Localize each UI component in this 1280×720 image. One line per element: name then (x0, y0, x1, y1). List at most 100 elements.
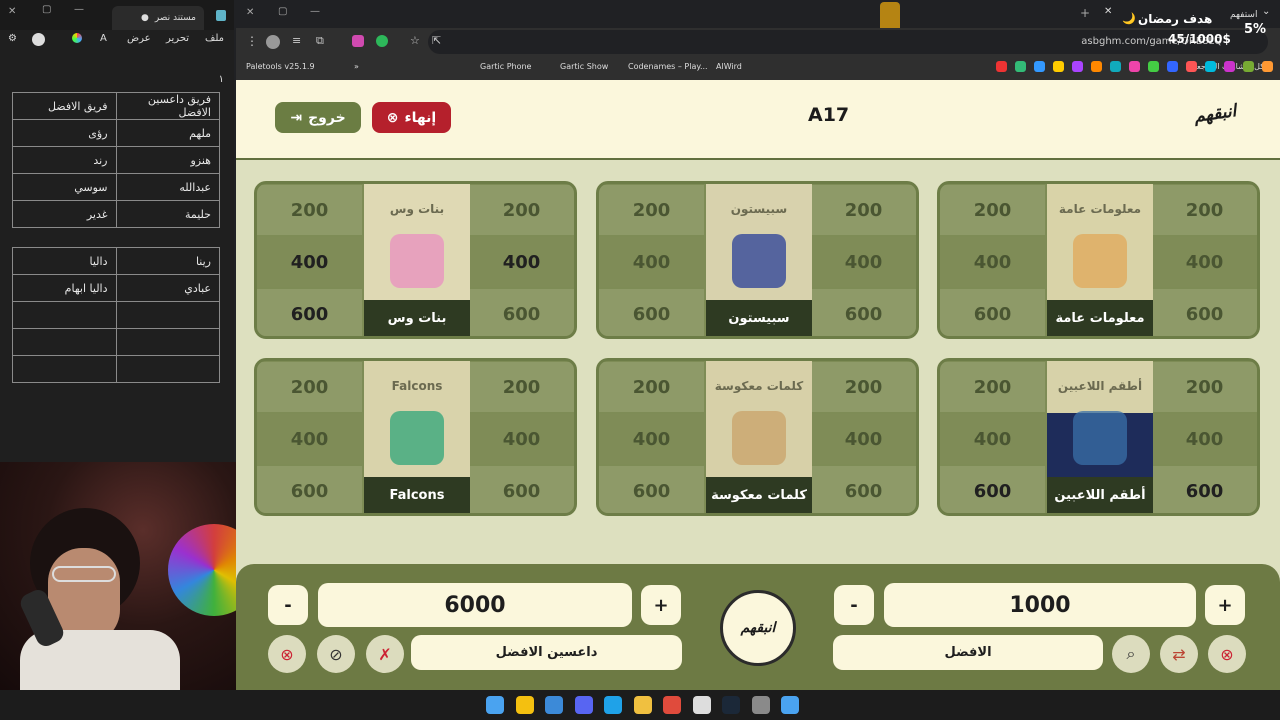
question-value-button[interactable]: 600 (469, 466, 574, 513)
table-cell[interactable] (115, 328, 220, 356)
edge-icon[interactable] (604, 696, 622, 714)
extensions-sliders-icon[interactable]: ≡ (292, 34, 301, 47)
table-cell[interactable] (12, 355, 117, 383)
table-cell[interactable]: داليا ابهام (12, 274, 117, 302)
question-value-button[interactable]: 600 (1152, 289, 1257, 336)
table-cell[interactable]: رند (12, 146, 117, 174)
right-swap-icon[interactable]: ⇄ (1160, 635, 1198, 673)
table-cell[interactable] (115, 301, 220, 329)
right-plus-button[interactable]: + (1205, 585, 1245, 625)
left-minus-button[interactable]: - (268, 585, 308, 625)
question-value-button[interactable]: 600 (257, 289, 362, 336)
font-size-icon[interactable]: A (100, 33, 107, 44)
menu-edit[interactable]: تحرير (166, 33, 189, 44)
question-value-button[interactable]: 400 (940, 237, 1045, 287)
table-cell[interactable]: غدير (12, 200, 117, 228)
extension-shield-icon[interactable] (376, 35, 388, 47)
question-value-button[interactable]: 200 (469, 362, 574, 412)
question-value-button[interactable]: 600 (469, 289, 574, 336)
minimize-window-icon[interactable]: — (74, 4, 84, 15)
table-cell[interactable]: رينا (115, 247, 220, 275)
profile-icon[interactable] (32, 33, 45, 46)
menu-dots-icon[interactable]: ⋮ (246, 34, 258, 48)
question-value-button[interactable]: 400 (257, 237, 362, 287)
table-cell[interactable]: فريق الافضل (12, 92, 117, 120)
bookmark-favicon-icon[interactable] (1224, 61, 1235, 72)
close-window-icon[interactable]: ✕ (246, 7, 254, 18)
table-cell[interactable]: سوسي (12, 173, 117, 201)
question-value-button[interactable]: 400 (599, 414, 704, 464)
discord-icon[interactable] (574, 696, 593, 714)
question-value-button[interactable]: 200 (599, 185, 704, 235)
left-no-answer-icon[interactable]: ⊗ (268, 635, 306, 673)
question-value-button[interactable]: 200 (599, 362, 704, 412)
restore-window-icon[interactable]: ▢ (278, 6, 287, 17)
rockstar-icon[interactable] (515, 696, 534, 714)
extension-puzzle-icon[interactable]: ⧉ (316, 34, 324, 48)
close-window-icon[interactable]: ✕ (8, 6, 16, 17)
bookmark-favicon-icon[interactable] (1034, 61, 1045, 72)
question-value-button[interactable]: 400 (811, 414, 916, 464)
question-value-button[interactable]: 600 (940, 289, 1045, 336)
question-value-button[interactable]: 600 (811, 289, 916, 336)
table-cell[interactable]: هنزو (115, 146, 220, 174)
end-game-button[interactable]: إنهاء ⊗ (372, 102, 451, 133)
edge-dev-icon[interactable] (545, 696, 563, 714)
table-cell[interactable]: عبدالله (115, 173, 220, 201)
question-value-button[interactable]: 600 (599, 466, 704, 513)
right-no-answer-icon[interactable]: ⊗ (1208, 635, 1246, 673)
question-value-button[interactable]: 400 (599, 237, 704, 287)
question-value-button[interactable]: 200 (469, 185, 574, 235)
question-value-button[interactable]: 600 (599, 289, 704, 336)
left-crossed-out-icon[interactable]: ✗ (366, 635, 404, 673)
question-value-button[interactable]: 600 (811, 466, 916, 513)
question-value-button[interactable]: 200 (257, 185, 362, 235)
table-cell[interactable]: رؤى (12, 119, 117, 147)
right-search-icon[interactable]: ⌕ (1112, 635, 1150, 673)
bookmark-paletools[interactable]: Paletools v25.1.9 (246, 62, 315, 71)
windows-icon[interactable] (781, 696, 799, 714)
table-cell[interactable]: داليا (12, 247, 117, 275)
question-value-button[interactable]: 400 (1152, 414, 1257, 464)
obs-icon[interactable] (692, 696, 711, 714)
question-value-button[interactable]: 200 (940, 362, 1045, 412)
table-cell[interactable]: فريق داعسين الافضل (115, 92, 220, 120)
left-plus-button[interactable]: + (641, 585, 681, 625)
question-value-button[interactable]: 600 (1152, 466, 1257, 513)
question-value-button[interactable]: 600 (257, 466, 362, 513)
bookmark-favicon-icon[interactable] (1091, 61, 1102, 72)
question-value-button[interactable]: 200 (257, 362, 362, 412)
settings-icon[interactable] (751, 696, 770, 714)
bookmark-favicon-icon[interactable] (1110, 61, 1121, 72)
table-cell[interactable] (12, 301, 117, 329)
bookmark-star-icon[interactable]: ☆ (410, 34, 420, 47)
bookmark-favicon-icon[interactable] (1262, 61, 1273, 72)
right-minus-button[interactable]: - (834, 585, 874, 625)
profile-avatar-icon[interactable] (266, 35, 280, 49)
question-value-button[interactable]: 400 (940, 414, 1045, 464)
question-value-button[interactable]: 400 (469, 414, 574, 464)
bookmark-favicon-icon[interactable] (1167, 61, 1178, 72)
question-value-button[interactable]: 400 (257, 414, 362, 464)
table-cell[interactable]: ملهم (115, 119, 220, 147)
steam-icon[interactable] (722, 696, 740, 714)
menu-file[interactable]: ملف (205, 33, 224, 44)
file-explorer-icon[interactable] (633, 696, 652, 714)
question-value-button[interactable]: 400 (811, 237, 916, 287)
bookmark-favicon-icon[interactable] (1205, 61, 1216, 72)
table-cell[interactable] (12, 328, 117, 356)
left-block-icon[interactable]: ⊘ (317, 635, 355, 673)
table-cell[interactable]: عبادي (115, 274, 220, 302)
notes-tab[interactable]: ● مستند نصر (112, 6, 204, 30)
restore-window-icon[interactable]: ▢ (42, 4, 51, 15)
chrome-icon[interactable] (663, 696, 681, 714)
bookmark-favicon-icon[interactable] (1129, 61, 1140, 72)
install-app-icon[interactable]: ⇱ (432, 34, 441, 47)
menu-view[interactable]: عرض (127, 33, 151, 44)
exit-button[interactable]: خروج ⇥ (275, 102, 361, 133)
bookmark-favicon-icon[interactable] (1148, 61, 1159, 72)
bookmark-favicon-icon[interactable] (1053, 61, 1064, 72)
extension-pink-icon[interactable] (352, 35, 364, 47)
question-value-button[interactable]: 400 (469, 237, 574, 287)
settings-gear-icon[interactable]: ⚙ (8, 33, 17, 44)
